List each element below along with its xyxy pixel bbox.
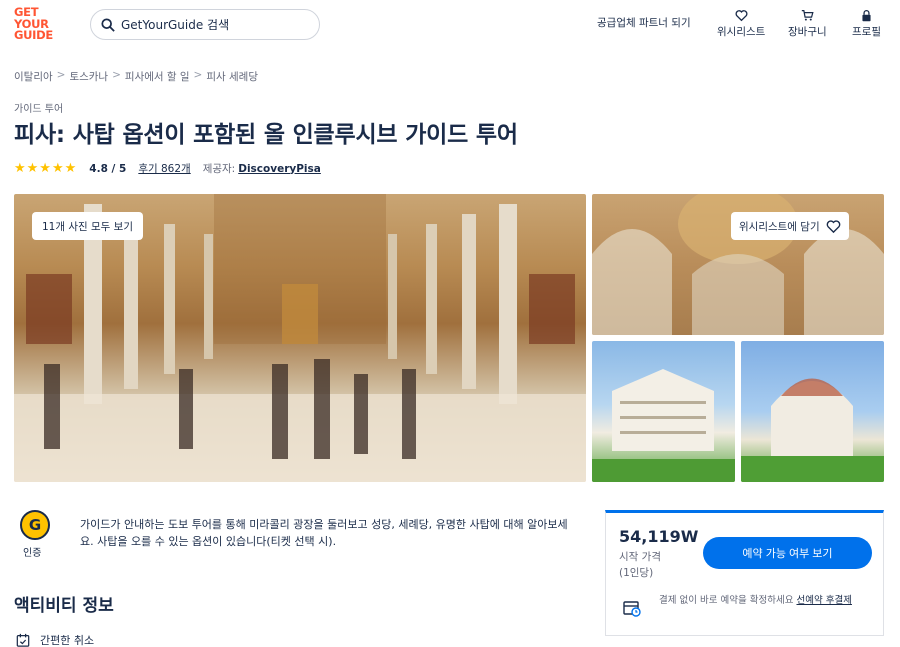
search-placeholder: GetYourGuide 검색 (121, 18, 230, 32)
provider-link[interactable]: DiscoveryPisa (238, 163, 321, 175)
breadcrumb-separator: > (193, 69, 203, 81)
view-all-photos-label: 11개 사진 모두 보기 (42, 220, 133, 233)
reviews-link[interactable]: 후기 862개 (138, 161, 190, 176)
view-all-photos-button[interactable]: 11개 사진 모두 보기 (32, 212, 143, 240)
supplier-link[interactable]: 공급업체 파트너 되기 (597, 15, 691, 30)
breadcrumb-item[interactable]: 이탈리아 (14, 69, 53, 84)
rating-value: 4.8 / 5 (89, 162, 127, 175)
add-to-wishlist-button[interactable]: 위시리스트에 담기 (731, 212, 849, 240)
gallery-image-baptistery[interactable] (741, 341, 884, 482)
header: GET YOUR GUIDE GetYourGuide 검색 공급업체 파트너 … (0, 0, 900, 52)
cart-icon (801, 10, 814, 21)
heart-icon (735, 10, 748, 22)
reserve-later-link[interactable]: 선예약 후결제 (796, 595, 851, 606)
baptistery-illustration (741, 378, 884, 482)
wishlist-label: 위시리스트 (717, 26, 766, 38)
wishlist-button[interactable]: 위시리스트 (717, 9, 765, 39)
breadcrumb-item[interactable]: 피사 세례당 (206, 69, 258, 84)
cart-label: 장바구니 (788, 26, 827, 38)
breadcrumb-separator: > (56, 69, 66, 81)
gallery-image-cathedral[interactable] (592, 341, 735, 482)
profile-label: 프로필 (852, 26, 881, 38)
lock-icon (862, 9, 871, 22)
certified-badge-icon: G (20, 510, 50, 540)
search-input[interactable]: GetYourGuide 검색 (90, 9, 320, 40)
page-title: 피사: 사탑 옵션이 포함된 올 인클루시브 가이드 투어 (14, 122, 518, 148)
certified-label: 인증 (23, 548, 42, 559)
heart-icon (826, 219, 840, 233)
price: 54,119W (619, 527, 699, 546)
profile-button[interactable]: 프로필 (852, 9, 881, 39)
booking-card: 54,119W 시작 가격 (1인당) 예약 가능 여부 보기 결제 없이 바로… (605, 510, 884, 636)
feature-item: 간편한 취소 (16, 632, 94, 647)
rating-stars: ★★★★★ (14, 161, 78, 176)
calendar-check-icon (16, 633, 30, 647)
section-title: 액티비티 정보 (14, 596, 114, 616)
check-availability-button[interactable]: 예약 가능 여부 보기 (703, 537, 872, 569)
feature-label: 간편한 취소 (40, 634, 95, 647)
price-per-person: (1인당) (619, 567, 654, 579)
reserve-info: 결제 없이 바로 예약을 확정하세요 선예약 후결제 (659, 593, 874, 608)
activity-category: 가이드 투어 (14, 104, 64, 115)
provider-label: 제공자: (202, 163, 236, 175)
search-icon (101, 17, 115, 32)
breadcrumb: 이탈리아 > 토스카나 > 피사에서 할 일 > 피사 세례당 (14, 69, 258, 84)
activity-description: 가이드가 안내하는 도보 투어를 통해 미라콜리 광장을 둘러보고 성당, 세례… (80, 518, 568, 548)
breadcrumb-separator: > (112, 69, 121, 81)
cart-button[interactable]: 장바구니 (788, 9, 827, 39)
breadcrumb-item[interactable]: 토스카나 (69, 69, 108, 84)
cathedral-facade-illustration (592, 369, 735, 482)
add-to-wishlist-label: 위시리스트에 담기 (739, 220, 820, 233)
breadcrumb-item[interactable]: 피사에서 할 일 (125, 69, 190, 84)
price-label: 시작 가격 (619, 551, 661, 563)
calendar-clock-icon (623, 601, 641, 617)
logo[interactable]: GET YOUR GUIDE (14, 6, 60, 42)
reserve-text: 결제 없이 바로 예약을 확정하세요 (659, 595, 794, 606)
rating-row: ★★★★★ 4.8 / 5 후기 862개 제공자: DiscoveryPisa (14, 161, 321, 176)
